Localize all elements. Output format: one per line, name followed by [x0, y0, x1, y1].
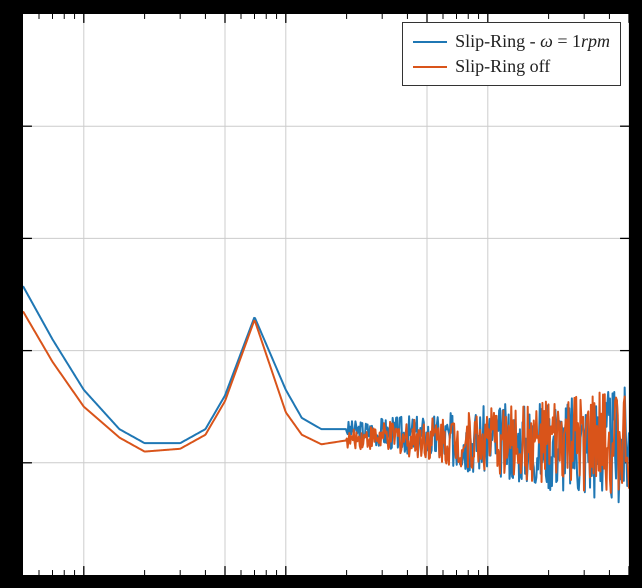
- legend-swatch-0: [413, 41, 447, 43]
- legend-label-1: Slip-Ring off: [455, 56, 550, 77]
- chart-container: Slip-Ring - ω = 1rpm Slip-Ring off: [21, 12, 631, 577]
- legend-swatch-1: [413, 66, 447, 68]
- legend-label-0: Slip-Ring - ω = 1rpm: [455, 31, 610, 52]
- legend-item-1: Slip-Ring off: [413, 54, 610, 79]
- legend-item-0: Slip-Ring - ω = 1rpm: [413, 29, 610, 54]
- legend: Slip-Ring - ω = 1rpm Slip-Ring off: [402, 22, 621, 86]
- chart-svg: [23, 14, 629, 575]
